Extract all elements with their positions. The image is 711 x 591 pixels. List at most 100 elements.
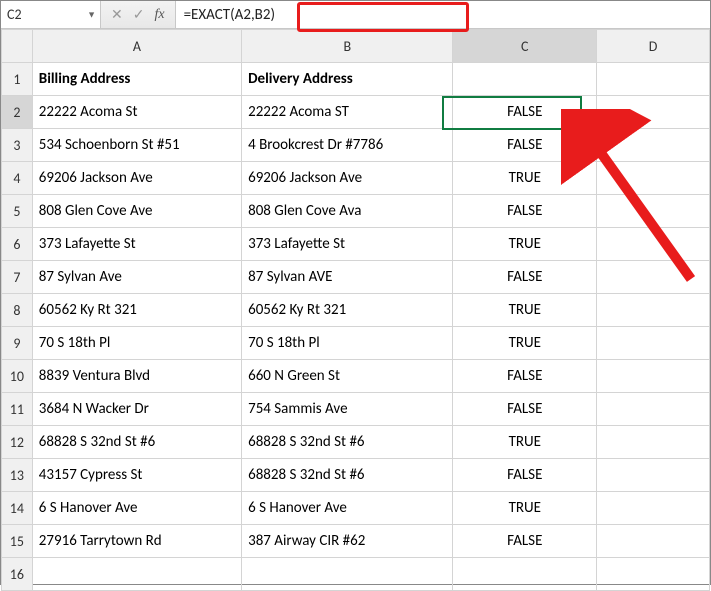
cell[interactable]: 60562 Ky Rt 321 [242,294,453,327]
cell[interactable]: 3684 N Wacker Dr [32,393,241,426]
cell[interactable]: 70 S 18th Pl [32,327,241,360]
formula-input[interactable]: =EXACT(A2,B2) [176,1,710,28]
col-header-c[interactable]: C [453,30,597,63]
table-row: 469206 Jackson Ave69206 Jackson AveTRUE [2,162,710,195]
cell[interactable]: 22222 Acoma St [32,96,241,129]
cell[interactable] [597,525,710,558]
table-row: 1527916 Tarrytown Rd387 Airway CIR #62FA… [2,525,710,558]
cell[interactable] [597,492,710,525]
cell[interactable]: TRUE [453,327,597,360]
cell[interactable] [453,558,597,591]
cell[interactable] [597,558,710,591]
row-header[interactable]: 4 [2,162,33,195]
table-row: 860562 Ky Rt 32160562 Ky Rt 321TRUE [2,294,710,327]
cell[interactable]: 660 N Green St [242,360,453,393]
cell[interactable]: 70 S 18th Pl [242,327,453,360]
col-header-a[interactable]: A [32,30,241,63]
table-row: 3534 Schoenborn St #514 Brookcrest Dr #7… [2,129,710,162]
cell[interactable]: Delivery Address [242,63,453,96]
cell[interactable]: 6 S Hanover Ave [242,492,453,525]
row-header[interactable]: 1 [2,63,33,96]
row-header[interactable]: 3 [2,129,33,162]
cell[interactable] [597,63,710,96]
cancel-icon[interactable]: ✕ [111,6,123,23]
cell[interactable]: TRUE [453,426,597,459]
cell[interactable] [597,327,710,360]
table-row: 1268828 S 32nd St #668828 S 32nd St #6TR… [2,426,710,459]
fx-icon[interactable]: fx [154,7,164,23]
formula-bar: C2 ▼ ✕ ✓ fx =EXACT(A2,B2) [1,1,710,29]
name-box[interactable]: C2 ▼ [1,1,101,28]
cell[interactable] [597,393,710,426]
select-all-corner[interactable] [2,30,33,63]
cell[interactable] [597,261,710,294]
cell[interactable]: 4 Brookcrest Dr #7786 [242,129,453,162]
cell[interactable] [597,129,710,162]
cell[interactable]: TRUE [453,294,597,327]
cell[interactable]: FALSE [453,393,597,426]
cell[interactable]: 27916 Tarrytown Rd [32,525,241,558]
row-header[interactable]: 2 [2,96,33,129]
cell[interactable] [32,558,241,591]
cell[interactable]: 68828 S 32nd St #6 [242,426,453,459]
row-header[interactable]: 12 [2,426,33,459]
cell[interactable]: 69206 Jackson Ave [242,162,453,195]
cell[interactable]: 60562 Ky Rt 321 [32,294,241,327]
cell[interactable]: 43157 Cypress St [32,459,241,492]
cell[interactable]: FALSE [453,129,597,162]
row-header[interactable]: 11 [2,393,33,426]
row-header[interactable]: 10 [2,360,33,393]
cell[interactable]: 373 Lafayette St [242,228,453,261]
cell[interactable]: 754 Sammis Ave [242,393,453,426]
cell[interactable]: Billing Address [32,63,241,96]
row-header[interactable]: 14 [2,492,33,525]
row-header[interactable]: 5 [2,195,33,228]
col-header-d[interactable]: D [597,30,710,63]
col-header-b[interactable]: B [242,30,453,63]
cell[interactable]: TRUE [453,228,597,261]
cell[interactable]: TRUE [453,162,597,195]
cell[interactable]: 808 Glen Cove Ave [32,195,241,228]
chevron-down-icon[interactable]: ▼ [87,9,96,20]
cell[interactable]: 68828 S 32nd St #6 [32,426,241,459]
cell[interactable] [597,294,710,327]
cell[interactable]: 87 Sylvan Ave [32,261,241,294]
cell[interactable]: 68828 S 32nd St #6 [242,459,453,492]
row-header[interactable]: 9 [2,327,33,360]
cell[interactable] [597,162,710,195]
cell[interactable] [597,360,710,393]
cell[interactable]: 6 S Hanover Ave [32,492,241,525]
table-row: 2 22222 Acoma St 22222 Acoma ST FALSE [2,96,710,129]
row-header[interactable]: 13 [2,459,33,492]
cell[interactable] [597,228,710,261]
cell[interactable]: 8839 Ventura Blvd [32,360,241,393]
cell[interactable]: FALSE [453,261,597,294]
cell[interactable]: 387 Airway CIR #62 [242,525,453,558]
row-header[interactable]: 7 [2,261,33,294]
enter-icon[interactable]: ✓ [133,6,145,23]
cell[interactable]: FALSE [453,195,597,228]
row-header[interactable]: 15 [2,525,33,558]
cell[interactable] [242,558,453,591]
row-header[interactable]: 16 [2,558,33,591]
cell[interactable]: 22222 Acoma ST [242,96,453,129]
table-row: 787 Sylvan Ave87 Sylvan AVEFALSE [2,261,710,294]
cell[interactable] [597,195,710,228]
cell[interactable]: FALSE [453,360,597,393]
cell[interactable]: 808 Glen Cove Ava [242,195,453,228]
cell[interactable] [597,96,710,129]
cell[interactable]: 534 Schoenborn St #51 [32,129,241,162]
cell[interactable] [597,426,710,459]
cell[interactable] [453,63,597,96]
cell[interactable]: FALSE [453,96,597,129]
cell[interactable]: 373 Lafayette St [32,228,241,261]
cell[interactable] [597,459,710,492]
cell[interactable]: FALSE [453,525,597,558]
cell[interactable]: FALSE [453,459,597,492]
cell[interactable]: TRUE [453,492,597,525]
cell[interactable]: 69206 Jackson Ave [32,162,241,195]
row-header[interactable]: 6 [2,228,33,261]
formula-buttons: ✕ ✓ fx [101,1,176,28]
cell[interactable]: 87 Sylvan AVE [242,261,453,294]
row-header[interactable]: 8 [2,294,33,327]
